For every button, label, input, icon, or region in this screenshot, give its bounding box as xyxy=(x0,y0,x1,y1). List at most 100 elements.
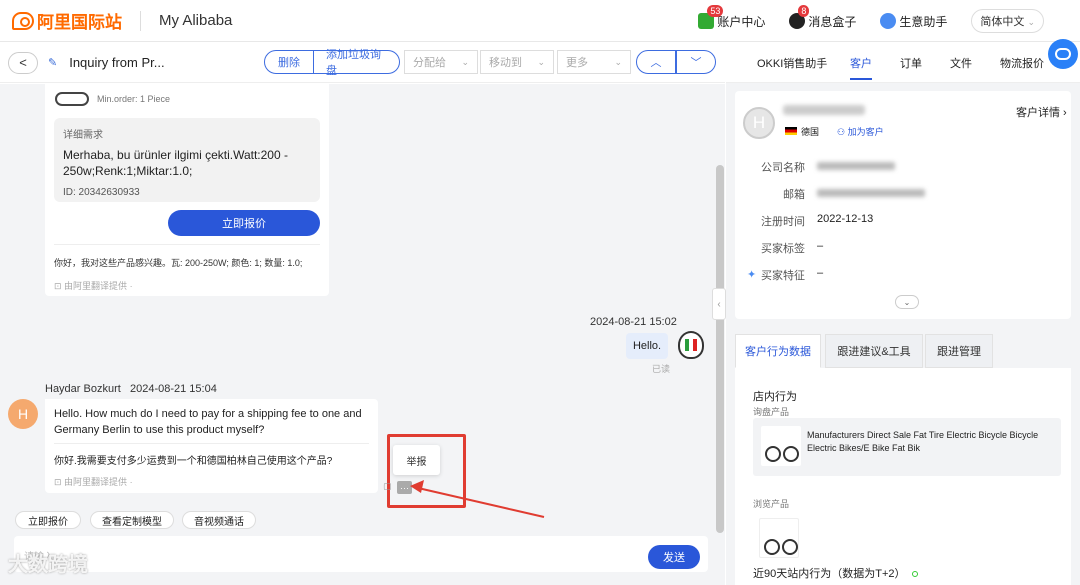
divider xyxy=(140,10,141,31)
field-label: 公司名称 xyxy=(761,162,805,174)
tab-orders[interactable]: 订单 xyxy=(900,55,922,71)
translation-provider: ⊡ 由阿里翻译提供 · xyxy=(54,477,133,487)
sender-name: Haydar Bozkurt xyxy=(45,383,121,395)
quick-quote-button[interactable]: 立即报价 xyxy=(15,511,81,529)
chat-fab-button[interactable] xyxy=(1048,39,1078,69)
next-button[interactable]: ﹀ xyxy=(676,50,716,74)
messages-label: 消息盒子 xyxy=(808,14,857,29)
scrollbar-thumb[interactable] xyxy=(716,165,724,533)
chat-title: Inquiry from Pr... xyxy=(69,55,165,70)
behavior-tabs: 客户行为数据 跟进建议&工具 跟进管理 xyxy=(735,334,1071,368)
blurred-value xyxy=(817,189,925,197)
send-button[interactable]: 发送 xyxy=(648,545,700,569)
chat-toolbar: < ✎ Inquiry from Pr... 删除 添加垃圾询盘 分配给 ⌄ 移动… xyxy=(0,43,725,83)
delete-button[interactable]: 删除 xyxy=(264,50,314,74)
view-custom-model-button[interactable]: 查看定制模型 xyxy=(90,511,174,529)
account-badge: 53 xyxy=(707,4,724,17)
more-actions-button[interactable]: ··· xyxy=(397,481,412,494)
account-label: 账户中心 xyxy=(717,14,766,29)
inquiry-id: ID: 20342630933 xyxy=(63,187,140,198)
chevron-down-icon: ⌄ xyxy=(461,56,469,67)
collapse-panel-button[interactable]: ‹ xyxy=(712,288,726,320)
message-timestamp: 2024-08-21 15:02 xyxy=(590,316,677,328)
in-store-heading: 店内行为 xyxy=(753,391,797,403)
product-thumbnail xyxy=(55,92,89,106)
product-title: Manufacturers Direct Sale Fat Tire Elect… xyxy=(807,430,1039,453)
move-to-label: 移动到 xyxy=(489,57,522,69)
provider-label: 由阿里翻译提供 xyxy=(64,281,128,291)
watermark: 大数跨境 xyxy=(8,554,88,576)
requirement-text: Merhaba, bu ürünler ilgimi çekti.Watt:20… xyxy=(63,148,288,178)
message-input[interactable]: 请输入 xyxy=(14,536,708,572)
more-label: 更多 xyxy=(566,57,588,69)
add-customer-link[interactable]: ⚇ 加为客户 xyxy=(837,125,884,138)
customer-avatar: H xyxy=(743,107,775,139)
min-order: Min.order: 1 Piece xyxy=(97,94,171,104)
chat-bubble-icon xyxy=(1055,48,1071,60)
av-call-button[interactable]: 音视频通话 xyxy=(182,511,256,529)
read-status: 已读 xyxy=(652,364,671,374)
customer-card: H 德国 ⚇ 加为客户 客户详情 › 公司名称 邮箱 注册时间 2022-12-1… xyxy=(735,91,1071,319)
top-right-nav: 53 账户中心 8 消息盒子 生意助手 简体中文 ⌄ xyxy=(698,0,1080,42)
inquiry-card: Min.order: 1 Piece 详细需求 Merhaba, bu ürün… xyxy=(45,84,329,296)
tab-files[interactable]: 文件 xyxy=(950,55,972,71)
messages-badge: 8 xyxy=(798,4,810,17)
language-select[interactable]: 简体中文 ⌄ xyxy=(971,9,1044,33)
field-label: 买家标签 xyxy=(761,243,805,255)
buyer-translation: 你好.我需要支付多少运费到一个和德国柏林自己使用这个产品? xyxy=(54,456,333,467)
field-value: – xyxy=(817,240,824,252)
chat-area: Min.order: 1 Piece 详细需求 Merhaba, bu ürün… xyxy=(0,84,715,585)
previous-button[interactable]: ︿ xyxy=(636,50,676,74)
assign-to-select[interactable]: 分配给 ⌄ xyxy=(404,50,478,74)
browsed-product-thumbnail[interactable] xyxy=(759,518,799,558)
assistant-label: 生意助手 xyxy=(899,14,948,29)
back-button[interactable]: < xyxy=(8,51,38,74)
field-label: 邮箱 xyxy=(783,189,805,201)
tab-customer[interactable]: 客户 xyxy=(850,55,872,71)
alibaba-logo[interactable]: 阿里国际站 xyxy=(12,8,122,33)
divider xyxy=(54,244,320,245)
right-tabs: OKKI销售助手 客户 订单 文件 物流报价 xyxy=(726,39,1080,83)
tab-behavior-data[interactable]: 客户行为数据 xyxy=(735,334,821,368)
message-box-link[interactable]: 8 消息盒子 xyxy=(789,4,857,30)
edit-icon[interactable]: ✎ xyxy=(48,56,57,69)
buyer-message-bubble: Hello. How much do I need to pay for a s… xyxy=(45,399,378,493)
germany-flag-icon xyxy=(785,127,797,135)
chevron-down-icon: ⌄ xyxy=(537,56,545,67)
customer-details-link[interactable]: 客户详情 › xyxy=(1016,104,1067,120)
chevron-down-icon: ⌄ xyxy=(614,56,622,67)
behavior-panel: 店内行为 询盘产品 Manufacturers Direct Sale Fat … xyxy=(735,368,1071,585)
requirement-heading: 详细需求 xyxy=(63,130,103,141)
quote-now-button[interactable]: 立即报价 xyxy=(168,210,320,236)
field-label: 买家特征 xyxy=(761,270,805,282)
customer-name-blurred xyxy=(783,105,865,115)
account-center-link[interactable]: 53 账户中心 xyxy=(698,4,766,30)
add-spam-button[interactable]: 添加垃圾询盘 xyxy=(314,49,400,77)
tab-follow-up-management[interactable]: 跟进管理 xyxy=(925,334,993,368)
annotation-highlight-box xyxy=(387,434,466,508)
expand-button[interactable]: ⌄ xyxy=(895,295,919,309)
field-value: 2022-12-13 xyxy=(817,213,874,225)
active-tab-indicator xyxy=(850,78,872,80)
divider xyxy=(54,443,369,444)
business-assistant-link[interactable]: 生意助手 xyxy=(880,13,947,30)
more-select[interactable]: 更多 ⌄ xyxy=(557,50,631,74)
my-avatar xyxy=(678,331,704,359)
tab-logistics-quote[interactable]: 物流报价 xyxy=(1000,55,1044,71)
inquired-product-item[interactable]: Manufacturers Direct Sale Fat Tire Elect… xyxy=(753,418,1061,476)
action-button-group: 删除 添加垃圾询盘 xyxy=(264,49,400,77)
tab-follow-up-suggestions[interactable]: 跟进建议&工具 xyxy=(825,334,923,368)
page-title[interactable]: My Alibaba xyxy=(159,12,232,29)
requirement-box: 详细需求 Merhaba, bu ürünler ilgimi çekti.Wa… xyxy=(54,118,320,202)
language-label: 简体中文 xyxy=(980,16,1025,28)
tab-okki-assistant[interactable]: OKKI销售助手 xyxy=(757,55,827,71)
copy-icon[interactable]: ▢ xyxy=(383,481,392,492)
buyer-message-meta: Haydar Bozkurt 2024-08-21 15:04 xyxy=(45,383,217,395)
translation-text: 你好，我对这些产品感兴趣。瓦: 200-250W; 颜色: 1; 数量: 1.0… xyxy=(54,258,303,268)
product-thumbnail xyxy=(761,426,801,466)
blurred-value xyxy=(817,162,895,170)
inquired-products-label: 询盘产品 xyxy=(753,407,790,417)
assign-label: 分配给 xyxy=(413,57,446,69)
provider-label: 由阿里翻译提供 xyxy=(64,477,128,487)
move-to-select[interactable]: 移动到 ⌄ xyxy=(480,50,554,74)
